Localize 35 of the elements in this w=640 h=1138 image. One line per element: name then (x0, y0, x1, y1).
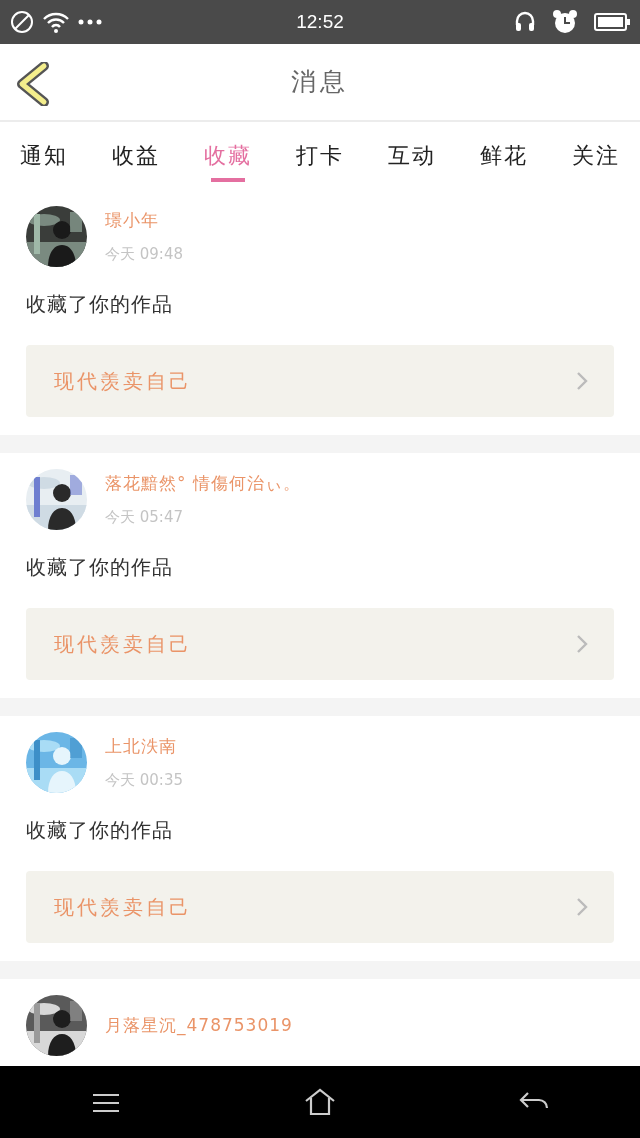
battery-icon (594, 12, 630, 32)
back-button[interactable] (16, 62, 50, 106)
user-name[interactable]: 落花黯然° 情傷何治ぃ。 (105, 470, 301, 496)
message-time: 今天 09:48 (105, 244, 183, 265)
tab[interactable]: 鲜花 (472, 126, 536, 186)
tab[interactable]: 收益 (104, 126, 168, 186)
user-name[interactable]: 月落星沉_478753019 (105, 1012, 293, 1039)
chevron-icon (576, 897, 588, 917)
wifi-icon (42, 10, 70, 34)
message-time: 今天 05:47 (105, 507, 184, 528)
user-name[interactable]: 璟小年 (105, 207, 183, 233)
back-icon (16, 62, 50, 106)
headset-icon (514, 10, 536, 34)
tab[interactable]: 关注 (564, 126, 628, 186)
message-text: 收藏了你的作品 (26, 291, 174, 318)
chevron-icon (576, 371, 588, 391)
user-name[interactable]: 上北泆南 (105, 733, 183, 759)
tab[interactable]: 互动 (380, 126, 444, 186)
tab[interactable]: 通知 (12, 126, 76, 186)
work-link[interactable]: 现代羡卖自己 (26, 608, 614, 680)
blocked-icon (10, 10, 34, 34)
menu-icon (91, 1091, 122, 1114)
message-text: 收藏了你的作品 (26, 554, 174, 581)
chevron-icon (576, 634, 588, 654)
work-link[interactable]: 现代羡卖自己 (26, 871, 614, 943)
work-link[interactable]: 现代羡卖自己 (26, 345, 614, 417)
clock-time: 12:52 (296, 9, 344, 34)
message-text: 收藏了你的作品 (26, 817, 174, 844)
tab[interactable]: 打卡 (288, 126, 352, 186)
more-icon (78, 19, 102, 25)
home-icon (304, 1088, 336, 1116)
message-time: 今天 00:35 (105, 770, 183, 791)
page-title: 消息 (291, 66, 349, 99)
alarm-icon (552, 9, 578, 35)
tab[interactable]: 收藏 (196, 126, 260, 186)
